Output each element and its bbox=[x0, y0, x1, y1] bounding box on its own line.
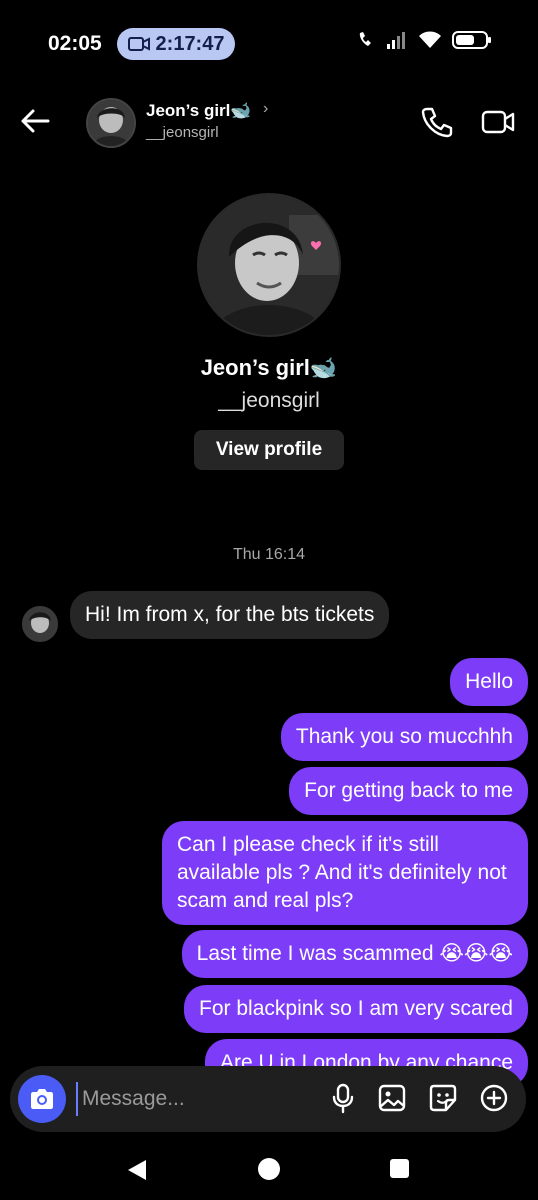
message-input[interactable] bbox=[76, 1082, 322, 1116]
wifi-calling-icon bbox=[359, 32, 371, 46]
battery-icon bbox=[452, 31, 491, 49]
call-timer: 2:17:47 bbox=[155, 32, 225, 55]
header-username: __jeonsgirl bbox=[146, 124, 219, 141]
outgoing-message[interactable]: For getting back to me bbox=[289, 767, 528, 815]
avatar-photo bbox=[88, 100, 134, 146]
status-time: 02:05 bbox=[48, 32, 102, 55]
sticker-icon[interactable] bbox=[428, 1082, 458, 1114]
nav-home-icon[interactable] bbox=[258, 1158, 280, 1180]
message-timestamp: Thu 16:14 bbox=[232, 546, 306, 563]
camera-icon bbox=[31, 1089, 53, 1109]
header-name[interactable]: Jeon’s girl🐋 bbox=[146, 101, 252, 121]
status-icons bbox=[356, 30, 492, 50]
chevron-right-icon: › bbox=[263, 100, 269, 117]
nav-back-icon[interactable] bbox=[126, 1158, 148, 1182]
profile-photo bbox=[199, 195, 339, 335]
profile-username: __jeonsgirl bbox=[218, 389, 320, 412]
signal-icon bbox=[387, 32, 405, 49]
microphone-icon[interactable] bbox=[328, 1082, 358, 1114]
video-camera-icon[interactable] bbox=[480, 105, 516, 139]
back-arrow-icon[interactable] bbox=[18, 104, 52, 138]
nav-recent-apps-icon[interactable] bbox=[390, 1159, 409, 1178]
incoming-message[interactable]: Hi! Im from x, for the bts tickets bbox=[70, 591, 390, 639]
phone-icon[interactable] bbox=[420, 105, 454, 139]
sender-photo bbox=[22, 606, 58, 642]
outgoing-message[interactable]: Last time I was scammed 😭😭😭 bbox=[181, 930, 528, 978]
video-call-icon bbox=[127, 37, 150, 51]
image-icon[interactable] bbox=[377, 1082, 407, 1114]
sender-avatar[interactable] bbox=[22, 606, 58, 642]
profile-name: Jeon’s girl🐋 bbox=[200, 355, 338, 380]
outgoing-message[interactable]: Thank you so mucchhh bbox=[280, 713, 528, 761]
profile-avatar[interactable] bbox=[197, 193, 341, 337]
outgoing-message[interactable]: For blackpink so I am very scared bbox=[184, 985, 528, 1033]
header-avatar[interactable] bbox=[86, 98, 136, 148]
plus-circle-icon[interactable] bbox=[479, 1082, 509, 1114]
wifi-icon bbox=[419, 31, 441, 48]
camera-button[interactable] bbox=[18, 1075, 66, 1123]
outgoing-message[interactable]: Hello bbox=[450, 658, 528, 706]
view-profile-button[interactable]: View profile bbox=[194, 430, 344, 470]
outgoing-message[interactable]: Can I please check if it's still availab… bbox=[162, 821, 528, 925]
ongoing-call-pill[interactable]: 2:17:47 bbox=[117, 28, 235, 60]
